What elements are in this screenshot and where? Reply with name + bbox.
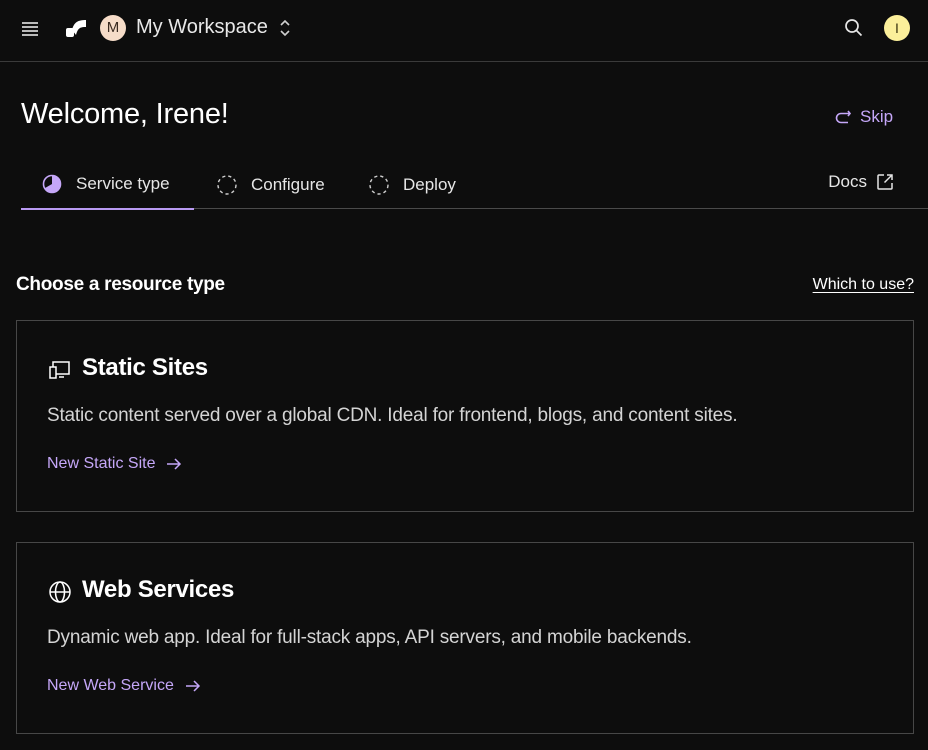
- which-to-use-link[interactable]: Which to use?: [813, 276, 914, 294]
- arrow-right-icon: [185, 680, 200, 692]
- tab-deploy[interactable]: Deploy: [369, 160, 456, 209]
- skip-label: Skip: [860, 107, 894, 126]
- redirect-arrow-icon: [835, 110, 852, 124]
- docs-link[interactable]: Docs: [828, 172, 894, 192]
- new-web-service-link[interactable]: New Web Service: [47, 677, 202, 695]
- new-static-site-link[interactable]: New Static Site: [47, 455, 183, 473]
- onboarding-tabs: Service type Configure Deploy: [21, 160, 928, 210]
- top-bar: M My Workspace I: [0, 0, 928, 62]
- chevron-up-down-icon[interactable]: [278, 18, 292, 38]
- card-title: Web Services: [82, 576, 235, 603]
- section-title: Choose a resource type: [16, 274, 225, 295]
- search-icon[interactable]: [842, 16, 866, 40]
- workspace-name[interactable]: My Workspace: [136, 16, 268, 39]
- tab-label: Configure: [251, 174, 325, 194]
- tab-label: Deploy: [403, 174, 456, 194]
- hamburger-menu-icon[interactable]: [20, 18, 42, 40]
- tab-service-type[interactable]: Service type: [21, 160, 194, 210]
- dashed-circle-icon: [217, 174, 237, 195]
- arrow-right-icon: [167, 458, 182, 470]
- app-logo-icon[interactable]: [64, 16, 88, 40]
- external-link-icon: [877, 174, 893, 190]
- dashed-circle-icon: [369, 174, 389, 195]
- progress-half-icon: [42, 174, 62, 194]
- card-description: Static content served over a global CDN.…: [47, 405, 738, 426]
- card-description: Dynamic web app. Ideal for full-stack ap…: [47, 627, 692, 648]
- tab-configure[interactable]: Configure: [217, 160, 325, 209]
- link-label: New Static Site: [47, 455, 156, 472]
- welcome-heading: Welcome, Irene!: [21, 98, 229, 130]
- globe-icon: [48, 580, 72, 604]
- static-site-icon: [48, 358, 72, 382]
- static-sites-card[interactable]: Static Sites Static content served over …: [16, 320, 914, 512]
- user-avatar[interactable]: I: [884, 15, 910, 41]
- skip-button[interactable]: Skip: [834, 105, 893, 129]
- card-title: Static Sites: [82, 354, 208, 381]
- web-services-card[interactable]: Web Services Dynamic web app. Ideal for …: [16, 542, 914, 734]
- tab-label: Service type: [76, 174, 170, 193]
- link-label: New Web Service: [47, 677, 174, 694]
- workspace-avatar[interactable]: M: [100, 15, 126, 41]
- docs-label: Docs: [828, 172, 867, 191]
